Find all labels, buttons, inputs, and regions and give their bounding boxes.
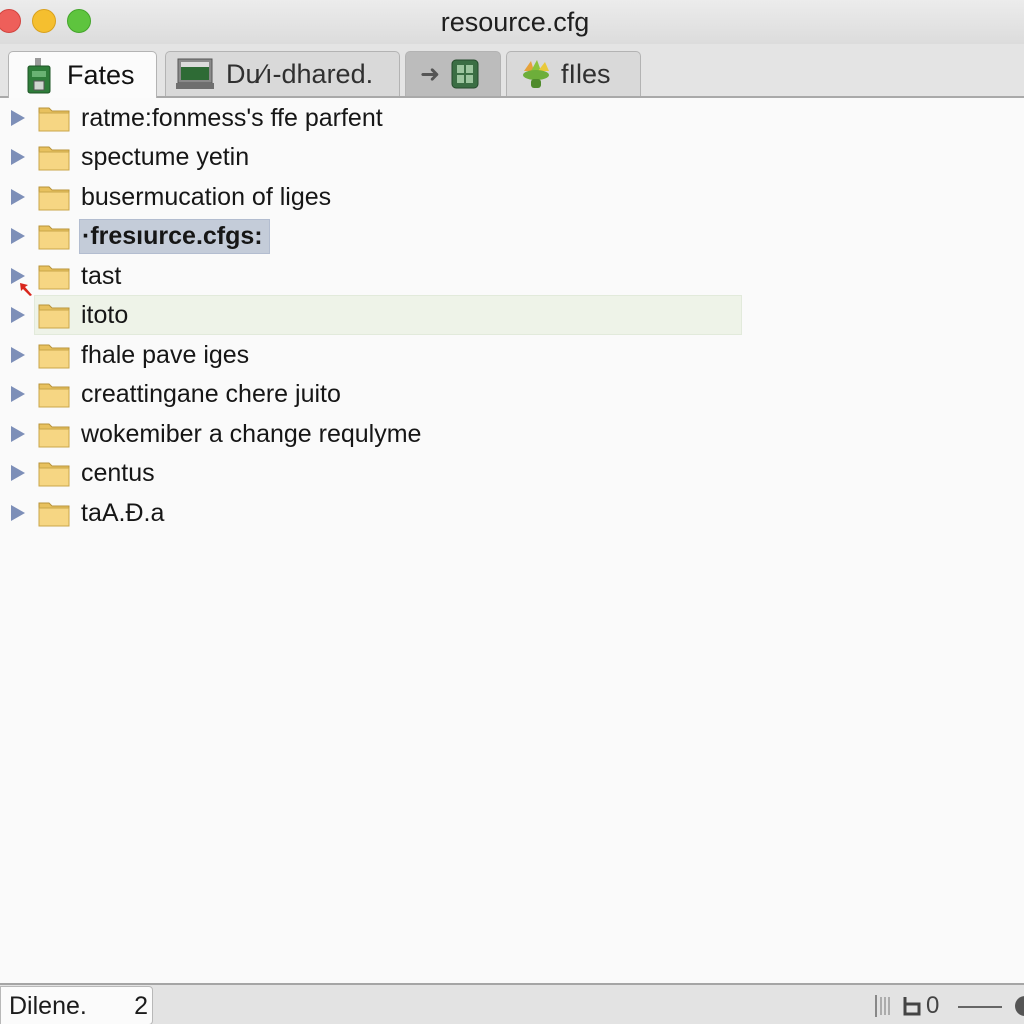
tab-dual-shared[interactable]: Du∕ı-dhared. <box>165 51 400 96</box>
tree-row-selected[interactable]: ·fresıurce.cfgs: <box>0 217 1024 255</box>
folder-icon <box>38 462 70 487</box>
disclosure-triangle-icon[interactable] <box>11 465 25 481</box>
zoom-slider[interactable] <box>958 1006 1002 1008</box>
status-name: Dilene. <box>9 992 87 1020</box>
folder-icon <box>38 265 70 290</box>
folder-icon <box>38 383 70 408</box>
tree-item-label: itoto <box>81 300 129 329</box>
size-small-icon[interactable] <box>902 995 922 1017</box>
disclosure-triangle-icon[interactable] <box>11 189 25 205</box>
tree-row[interactable]: centus <box>0 454 1024 492</box>
disclosure-triangle-icon[interactable] <box>11 228 25 244</box>
grid-icon <box>450 57 480 91</box>
status-count: 2 <box>134 992 148 1020</box>
tree-item-label: ·fresıurce.cfgs: <box>79 218 270 254</box>
folder-icon <box>38 502 70 527</box>
status-bar: Dilene. 2 0 <box>0 983 1024 1024</box>
tree-item-label: spectume yetin <box>81 142 250 171</box>
tree-row[interactable]: fhale pave iges <box>0 336 1024 374</box>
zoom-in-icon[interactable] <box>1015 996 1024 1016</box>
tree-row[interactable]: creattingane chere juito <box>0 375 1024 413</box>
disclosure-triangle-icon[interactable] <box>11 505 25 521</box>
monitor-icon <box>176 57 214 91</box>
folder-icon <box>38 344 70 369</box>
tree-row[interactable]: taA.Ɖ.a <box>0 494 1024 532</box>
tab-files[interactable]: fIles <box>506 51 641 96</box>
status-summary: Dilene. 2 <box>0 986 153 1024</box>
tab-bar: Fates Du∕ı-dhared. ➜ fIles <box>0 44 1024 98</box>
file-browser-window: resource.cfg Fates Du∕ı-dhared. ➜ fIles <box>0 0 1024 1024</box>
status-controls: 0 <box>864 991 1024 1021</box>
disclosure-triangle-icon[interactable] <box>11 149 25 165</box>
window-title: resource.cfg <box>440 7 590 37</box>
tree-row[interactable]: wokemiber a change requlyme <box>0 415 1024 453</box>
tab-arrow-grid[interactable]: ➜ <box>405 51 501 96</box>
green-drive-icon <box>25 58 55 94</box>
colorful-bag-icon <box>519 57 549 91</box>
tree-item-label: fhale pave iges <box>81 340 250 369</box>
arrow-right-icon: ➜ <box>420 60 441 88</box>
tree-item-label: centus <box>81 458 155 487</box>
tree-item-label: wokemiber a change requlyme <box>81 419 422 448</box>
tree-row[interactable]: tast <box>0 257 1024 296</box>
tree-item-label: creattingane chere juito <box>81 379 341 408</box>
folder-icon <box>38 186 70 211</box>
tree-row[interactable]: busermucation of liges <box>0 178 1024 216</box>
tree-item-label: taA.Ɖ.a <box>81 498 165 527</box>
tree-item-label: busermucation of liges <box>81 182 332 211</box>
zoom-value: 0 <box>926 992 940 1019</box>
disclosure-triangle-icon[interactable] <box>11 110 25 126</box>
column-view-icon[interactable] <box>874 993 892 1019</box>
disclosure-triangle-icon[interactable] <box>11 347 25 363</box>
tab-fates[interactable]: Fates <box>8 51 157 98</box>
tree-row[interactable]: spectume yetin <box>0 138 1024 176</box>
disclosure-triangle-icon[interactable] <box>11 386 25 402</box>
tree-row-hover[interactable]: itoto <box>0 295 1024 335</box>
disclosure-triangle-icon[interactable] <box>11 426 25 442</box>
tab-label: fIles <box>561 58 611 89</box>
tree-row[interactable]: ratme:fonmess's ffe parfent <box>0 99 1024 137</box>
tree-item-label: tast <box>81 261 122 290</box>
title-bar: resource.cfg <box>0 0 1024 45</box>
folder-icon <box>38 225 70 250</box>
disclosure-triangle-icon[interactable] <box>11 307 25 323</box>
folder-icon <box>38 304 70 329</box>
folder-icon <box>38 423 70 448</box>
hover-highlight <box>34 295 742 335</box>
tab-label: Fates <box>67 59 135 90</box>
tree-item-label: ratme:fonmess's ffe parfent <box>81 103 383 132</box>
cursor-arrow-icon <box>20 283 32 296</box>
folder-icon <box>38 146 70 171</box>
folder-icon <box>38 107 70 132</box>
tab-label: Du∕ı-dhared. <box>226 58 374 89</box>
